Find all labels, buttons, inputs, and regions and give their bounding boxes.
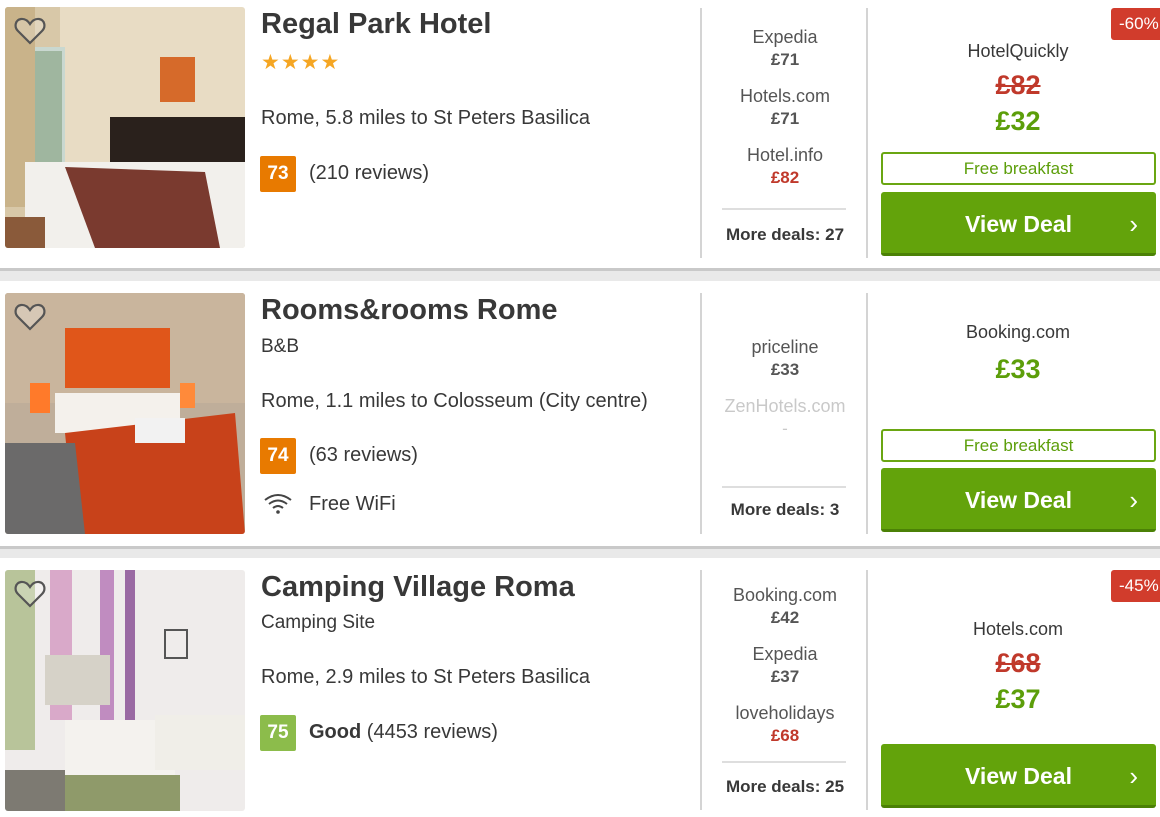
deal-price: £82: [770, 168, 800, 187]
divider: [700, 570, 702, 810]
more-deals-link[interactable]: More deals: 25: [720, 777, 850, 797]
more-deals-link[interactable]: More deals: 27: [720, 225, 850, 245]
view-deal-button[interactable]: View Deal ›: [881, 468, 1156, 532]
divider: [866, 8, 868, 258]
hotel-card[interactable]: Regal Park Hotel ★★★★ Rome, 5.8 miles to…: [0, 0, 1160, 268]
rating-word: Good: [309, 721, 362, 743]
hotel-location: Rome, 2.9 miles to St Peters Basilica: [261, 666, 591, 688]
deal-price: £37: [770, 667, 800, 686]
hotel-name[interactable]: Rooms&rooms Rome: [261, 294, 558, 327]
hotel-name[interactable]: Camping Village Roma: [261, 571, 575, 604]
deal-price: £71: [770, 109, 800, 128]
deal-provider: priceline: [751, 337, 819, 357]
deal-price: -: [782, 419, 788, 438]
review-count[interactable]: (210 reviews): [309, 162, 429, 185]
heart-outline-icon[interactable]: [14, 580, 46, 608]
property-type: B&B: [261, 336, 300, 357]
chevron-right-icon: ›: [1129, 209, 1138, 239]
deal-option: ZenHotels.com -: [720, 396, 850, 439]
divider: [722, 486, 846, 488]
review-count: (4453 reviews): [366, 721, 498, 743]
discount-badge: -60%: [1111, 8, 1160, 40]
discount-badge: -45%: [1111, 570, 1160, 602]
best-deal-provider: Hotels.com: [972, 619, 1064, 639]
hotel-photo[interactable]: [5, 7, 245, 248]
star-rating: ★★★★: [261, 51, 341, 74]
view-deal-label: View Deal: [965, 211, 1072, 237]
deal-provider: Hotels.com: [739, 86, 831, 106]
free-breakfast-tag: Free breakfast: [881, 429, 1156, 462]
other-deals: priceline £33 ZenHotels.com - More deals…: [720, 281, 850, 546]
view-deal-label: View Deal: [965, 487, 1072, 513]
deal-option[interactable]: Hotels.com £71: [720, 86, 850, 129]
rating-score[interactable]: 73: [260, 156, 296, 192]
divider: [722, 761, 846, 763]
deal-option[interactable]: priceline £33: [720, 337, 850, 380]
hotel-card[interactable]: Rooms&rooms Rome B&B Rome, 1.1 miles to …: [0, 281, 1160, 546]
old-price: £82: [995, 70, 1041, 100]
deal-option[interactable]: Hotel.info £82: [720, 145, 850, 188]
view-deal-button[interactable]: View Deal ›: [881, 192, 1156, 256]
best-deal-provider: Booking.com: [965, 322, 1071, 342]
deal-price: £68: [770, 726, 800, 745]
deal-option[interactable]: loveholidays £68: [720, 703, 850, 746]
chevron-right-icon: ›: [1129, 485, 1138, 515]
review-summary[interactable]: Good (4453 reviews): [309, 721, 498, 744]
best-price: £33: [995, 354, 1041, 384]
other-deals: Expedia £71 Hotels.com £71 Hotel.info £8…: [720, 0, 850, 268]
deal-price: £33: [770, 360, 800, 379]
old-price: £68: [995, 648, 1041, 678]
deal-price: £71: [770, 50, 800, 69]
best-price: £32: [995, 106, 1041, 136]
chevron-right-icon: ›: [1129, 761, 1138, 791]
divider: [700, 293, 702, 534]
best-price: £37: [995, 684, 1041, 714]
free-breakfast-tag: Free breakfast: [881, 152, 1156, 185]
heart-outline-icon[interactable]: [14, 17, 46, 45]
hotel-name[interactable]: Regal Park Hotel: [261, 8, 491, 41]
divider: [700, 8, 702, 258]
hotel-photo[interactable]: [5, 293, 245, 534]
deal-provider: Booking.com: [732, 585, 838, 605]
deal-option[interactable]: Expedia £37: [720, 644, 850, 687]
rating-score[interactable]: 74: [260, 438, 296, 474]
hotel-location: Rome, 5.8 miles to St Peters Basilica: [261, 107, 591, 129]
deal-option[interactable]: Booking.com £42: [720, 585, 850, 628]
deal-provider: Expedia: [752, 644, 818, 664]
hotel-card[interactable]: Camping Village Roma Camping Site Rome, …: [0, 558, 1160, 817]
card-separator: [0, 268, 1160, 271]
review-count[interactable]: (63 reviews): [309, 444, 418, 467]
hotel-location: Rome, 1.1 miles to Colosseum (City centr…: [261, 390, 648, 412]
rating-score[interactable]: 75: [260, 715, 296, 751]
amenity-label: Free WiFi: [309, 493, 396, 515]
divider: [866, 570, 868, 810]
deal-provider: ZenHotels.com: [724, 396, 846, 416]
property-type: Camping Site: [261, 612, 376, 633]
hotel-photo[interactable]: [5, 570, 245, 811]
view-deal-button[interactable]: View Deal ›: [881, 744, 1156, 808]
other-deals: Booking.com £42 Expedia £37 loveholidays…: [720, 558, 850, 817]
deal-provider: loveholidays: [735, 703, 835, 723]
heart-outline-icon[interactable]: [14, 303, 46, 331]
divider: [722, 208, 846, 210]
more-deals-link[interactable]: More deals: 3: [720, 500, 850, 520]
best-deal-provider: HotelQuickly: [967, 41, 1069, 61]
deal-option[interactable]: Expedia £71: [720, 27, 850, 70]
deal-price: £42: [770, 608, 800, 627]
divider: [866, 293, 868, 534]
deal-provider: Hotel.info: [746, 145, 824, 165]
deal-provider: Expedia: [752, 27, 818, 47]
wifi-icon: [264, 494, 292, 514]
card-separator: [0, 546, 1160, 549]
view-deal-label: View Deal: [965, 763, 1072, 789]
